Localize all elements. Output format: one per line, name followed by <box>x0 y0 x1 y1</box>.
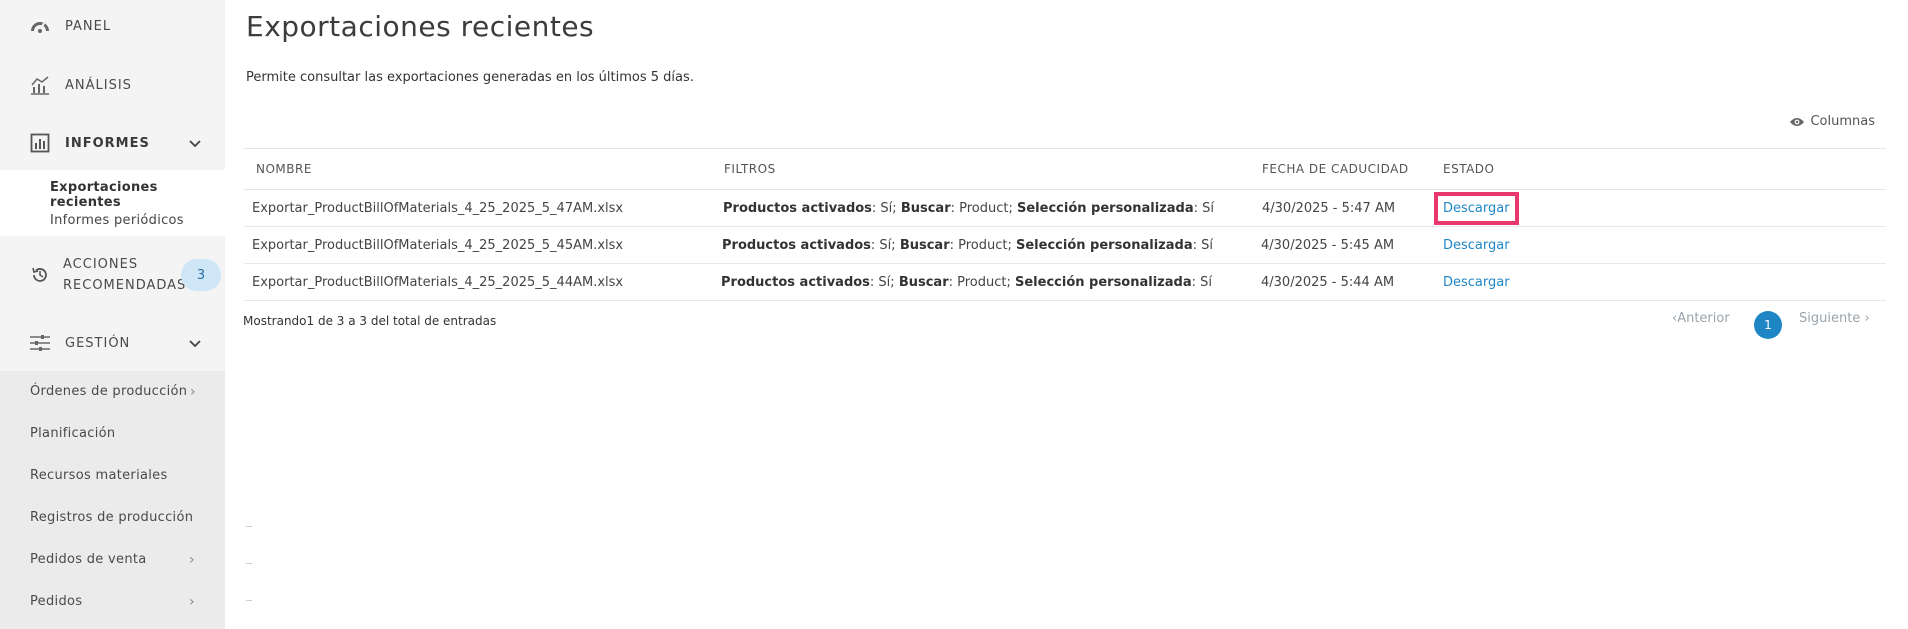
exports-table: NOMBRE FILTROS FECHA DE CADUCIDAD ESTADO… <box>244 148 1886 301</box>
filter-label: Productos activados <box>722 238 871 253</box>
filter-value: : Sí <box>1192 238 1213 253</box>
filter-label: Selección personalizada <box>1015 275 1192 290</box>
sidebar: PANEL ANÁLISIS INFORMES Exportaciones re… <box>0 0 225 629</box>
filter-label: Buscar <box>900 201 951 216</box>
filter-label: Productos activados <box>721 275 870 290</box>
cell-filtros: Productos activados: Sí; Buscar: Product… <box>722 238 1213 253</box>
nav-acciones-label-2: RECOMENDADAS <box>63 278 187 293</box>
chevron-down-icon[interactable] <box>188 136 202 150</box>
nav-gestion[interactable]: GESTIÓN <box>0 331 225 355</box>
divider <box>246 600 252 601</box>
filter-label: Productos activados <box>723 201 872 216</box>
nav-panel[interactable]: PANEL <box>0 14 225 38</box>
speedometer-icon <box>28 14 52 38</box>
sidebar-item-informes-periodicos[interactable]: Informes periódicos <box>50 213 184 228</box>
divider <box>246 563 252 564</box>
columns-button[interactable]: Columnas <box>1789 114 1875 129</box>
page-subtitle: Permite consultar las exportaciones gene… <box>246 70 694 85</box>
download-link[interactable]: Descargar <box>1434 192 1519 225</box>
filter-label: Buscar <box>898 275 949 290</box>
download-link[interactable]: Descargar <box>1443 238 1510 253</box>
eye-icon <box>1790 117 1805 126</box>
chevron-right-icon: › <box>189 594 195 610</box>
filter-label: Selección personalizada <box>1016 238 1193 253</box>
sidebar-item-pedidos[interactable]: Pedidos <box>30 594 82 609</box>
pager-next-button[interactable]: Siguiente › <box>1799 311 1870 326</box>
filter-value: : Product; <box>949 238 1016 253</box>
nav-informes-label: INFORMES <box>65 135 150 151</box>
cell-fecha: 4/30/2025 - 5:47 AM <box>1262 201 1396 216</box>
filter-value: : Product; <box>950 201 1017 216</box>
cell-filtros: Productos activados: Sí; Buscar: Product… <box>723 201 1214 216</box>
table-row: Exportar_ProductBillOfMaterials_4_25_202… <box>244 190 1886 227</box>
table-header: NOMBRE FILTROS FECHA DE CADUCIDAD ESTADO <box>244 148 1886 190</box>
column-header-fecha-de-caducidad[interactable]: FECHA DE CADUCIDAD <box>1262 162 1409 176</box>
cell-fecha: 4/30/2025 - 5:45 AM <box>1261 238 1395 253</box>
filter-label: Selección personalizada <box>1017 201 1194 216</box>
nav-informes[interactable]: INFORMES <box>0 131 225 155</box>
nav-gestion-label: GESTIÓN <box>65 335 131 351</box>
filter-value: : Sí; <box>870 238 900 253</box>
download-link[interactable]: Descargar <box>1443 275 1510 290</box>
analytics-chart-icon <box>28 73 52 97</box>
filter-label: Buscar <box>899 238 950 253</box>
acciones-count-badge: 3 <box>181 259 221 291</box>
cell-nombre: Exportar_ProductBillOfMaterials_4_25_202… <box>252 275 624 290</box>
table-row: Exportar_ProductBillOfMaterials_4_25_202… <box>244 264 1886 301</box>
sidebar-item-exportaciones-recientes[interactable]: Exportaciones recientes <box>50 180 225 210</box>
nav-analisis[interactable]: ANÁLISIS <box>0 73 225 97</box>
cell-fecha: 4/30/2025 - 5:44 AM <box>1261 275 1395 290</box>
column-header-filtros[interactable]: FILTROS <box>724 162 776 176</box>
chevron-right-icon: › <box>1860 311 1870 326</box>
chevron-down-icon[interactable] <box>188 336 202 350</box>
pager-page-1[interactable]: 1 <box>1754 311 1782 339</box>
filter-value: : Sí; <box>869 275 899 290</box>
pager-prev-label: Anterior <box>1677 311 1730 326</box>
nav-acciones-label-1: ACCIONES <box>63 257 139 272</box>
nav-panel-label: PANEL <box>65 18 112 34</box>
history-icon <box>28 263 52 287</box>
sidebar-item-pedidos-de-venta[interactable]: Pedidos de venta <box>30 552 147 567</box>
filter-value: : Sí; <box>871 201 901 216</box>
sidebar-item-recursos-materiales[interactable]: Recursos materiales <box>30 468 168 483</box>
divider <box>246 526 252 527</box>
sidebar-item-ordenes-de-produccion[interactable]: Órdenes de producción <box>30 384 187 399</box>
filter-value: : Product; <box>948 275 1015 290</box>
filter-value: : Sí <box>1193 201 1214 216</box>
report-icon <box>28 131 52 155</box>
nav-analisis-label: ANÁLISIS <box>65 77 132 93</box>
gestion-submenu <box>0 371 225 629</box>
column-header-nombre[interactable]: NOMBRE <box>256 162 312 176</box>
filter-value: : Sí <box>1191 275 1212 290</box>
sidebar-item-registros-de-produccion[interactable]: Registros de producción <box>30 510 193 525</box>
pager-next-label: Siguiente <box>1799 311 1861 326</box>
columns-label: Columnas <box>1810 114 1875 129</box>
chevron-right-icon: › <box>190 384 196 400</box>
cell-filtros: Productos activados: Sí; Buscar: Product… <box>721 275 1212 290</box>
cell-nombre: Exportar_ProductBillOfMaterials_4_25_202… <box>252 238 624 253</box>
page-title: Exportaciones recientes <box>246 10 595 43</box>
table-row: Exportar_ProductBillOfMaterials_4_25_202… <box>244 227 1886 264</box>
sidebar-item-planificacion[interactable]: Planificación <box>30 426 115 441</box>
pagination-summary: Mostrando1 de 3 a 3 del total de entrada… <box>243 314 497 328</box>
column-header-estado[interactable]: ESTADO <box>1443 162 1495 176</box>
cell-nombre: Exportar_ProductBillOfMaterials_4_25_202… <box>252 201 624 216</box>
chevron-right-icon: › <box>189 552 195 568</box>
sliders-icon <box>28 331 52 355</box>
pager-prev-button[interactable]: ‹ Anterior <box>1672 311 1730 326</box>
